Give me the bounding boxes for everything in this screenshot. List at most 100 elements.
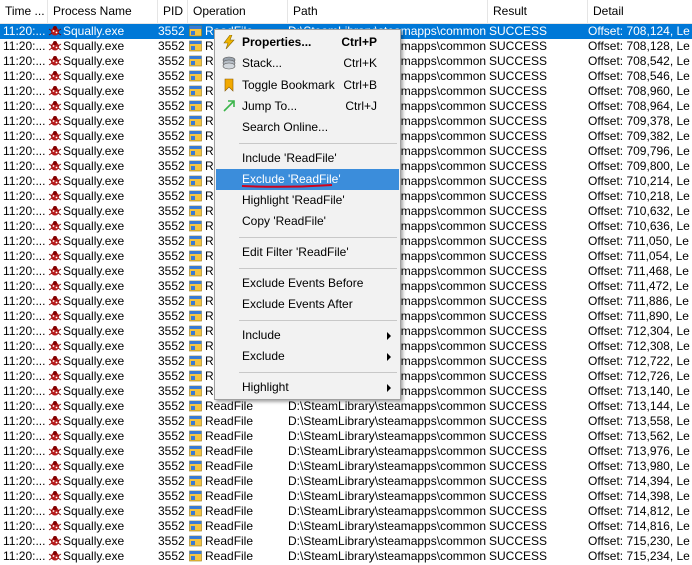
menu-item-exclude-submenu[interactable]: Exclude [216,346,399,367]
menu-item-include-value[interactable]: Include 'ReadFile' [216,148,399,169]
menu-item-copy-value[interactable]: Copy 'ReadFile' [216,211,399,232]
cell-result: SUCCESS [489,369,548,383]
cell-result: SUCCESS [489,399,548,413]
menu-item-edit-filter[interactable]: Edit Filter 'ReadFile' [216,242,399,263]
menu-item-label: Highlight [242,380,289,394]
cell-time: 11:20:... [3,414,46,428]
cell-detail: Offset: 708,964, Le [588,99,690,113]
cell-pid: 3552 [158,519,184,533]
cell-detail: Offset: 711,472, Le [588,279,689,293]
cell-pid: 3552 [158,354,184,368]
cell-process-name: Squally.exe [48,339,156,354]
process-name-text: Squally.exe [63,69,125,83]
cell-operation: ReadFile [189,459,285,474]
process-name-text: Squally.exe [63,384,125,398]
cell-pid: 3552 [158,369,184,383]
cell-detail: Offset: 711,468, Le [588,264,689,278]
process-name-text: Squally.exe [63,114,125,128]
menu-item-highlight-value[interactable]: Highlight 'ReadFile' [216,190,399,211]
file-system-icon [189,445,202,457]
menu-item-label: Include [242,328,281,342]
cell-pid: 3552 [158,234,184,248]
cell-pid: 3552 [158,174,184,188]
menu-item-exclude-events-before[interactable]: Exclude Events Before [216,273,399,294]
menu-item-properties[interactable]: Properties... Ctrl+P [216,32,399,53]
file-system-icon [189,475,202,487]
file-system-icon [189,250,202,262]
column-header-result[interactable]: Result [488,0,588,23]
menu-item-stack[interactable]: Stack... Ctrl+K [216,53,399,74]
menu-item-label: Toggle Bookmark [242,78,335,92]
cell-pid: 3552 [158,549,184,563]
column-header-detail[interactable]: Detail [588,0,692,23]
menu-item-label: Include 'ReadFile' [242,151,337,165]
file-system-icon [189,505,202,517]
cell-pid: 3552 [158,294,184,308]
cell-result: SUCCESS [489,429,548,443]
process-bug-icon [48,86,62,96]
cell-process-name: Squally.exe [48,279,156,294]
cell-time: 11:20:... [3,264,46,278]
menu-item-jump-to[interactable]: Jump To... Ctrl+J [216,96,399,117]
process-bug-icon [48,341,62,351]
cell-time: 11:20:... [3,489,46,503]
cell-path: D:\SteamLibrary\steamapps\common\S... [288,444,486,458]
column-header-operation[interactable]: Operation [188,0,288,23]
table-row[interactable]: 11:20:... Squally.exe 3552 ReadFile D:\Steam… [0,429,692,444]
column-header-path[interactable]: Path [288,0,488,23]
menu-item-highlight-submenu[interactable]: Highlight [216,377,399,398]
cell-time: 11:20:... [3,189,46,203]
file-system-icon [189,400,202,412]
file-system-icon [189,370,202,382]
cell-result: SUCCESS [489,114,548,128]
cell-detail: Offset: 712,722, Le [588,354,690,368]
operation-text: ReadFile [205,459,254,473]
menu-item-search-online[interactable]: Search Online... [216,117,399,138]
cell-result: SUCCESS [489,54,548,68]
table-row[interactable]: 11:20:... Squally.exe 3552 ReadFile D:\Steam… [0,444,692,459]
column-header-process-name[interactable]: Process Name [48,0,158,23]
process-bug-icon [48,221,62,231]
table-row[interactable]: 11:20:... Squally.exe 3552 ReadFile D:\Steam… [0,519,692,534]
cell-detail: Offset: 713,976, Le [588,444,690,458]
cell-process-name: Squally.exe [48,159,156,174]
operation-text: ReadFile [205,399,254,413]
table-row[interactable]: 11:20:... Squally.exe 3552 ReadFile D:\Steam… [0,474,692,489]
column-header-time[interactable]: Time ... [0,0,48,23]
cell-process-name: Squally.exe [48,144,156,159]
cell-process-name: Squally.exe [48,204,156,219]
table-row[interactable]: 11:20:... Squally.exe 3552 ReadFile D:\Steam… [0,504,692,519]
cell-time: 11:20:... [3,54,46,68]
menu-item-label: Highlight 'ReadFile' [242,193,345,207]
process-name-text: Squally.exe [63,144,125,158]
process-name-text: Squally.exe [63,189,125,203]
submenu-arrow-icon [387,384,391,392]
menu-item-exclude-events-after[interactable]: Exclude Events After [216,294,399,315]
process-bug-icon [48,281,62,291]
table-row[interactable]: 11:20:... Squally.exe 3552 ReadFile D:\Steam… [0,489,692,504]
menu-item-label: Stack... [242,56,283,70]
cell-result: SUCCESS [489,159,548,173]
table-row[interactable]: 11:20:... Squally.exe 3552 ReadFile D:\Steam… [0,399,692,414]
cell-pid: 3552 [158,399,184,413]
cell-result: SUCCESS [489,249,548,263]
process-name-text: Squally.exe [63,84,125,98]
cell-time: 11:20:... [3,504,46,518]
table-row[interactable]: 11:20:... Squally.exe 3552 ReadFile D:\Steam… [0,549,692,564]
cell-pid: 3552 [158,309,184,323]
menu-item-toggle-bookmark[interactable]: Toggle Bookmark Ctrl+B [216,75,399,96]
operation-text: ReadFile [205,414,254,428]
file-system-icon [189,115,202,127]
column-header-pid[interactable]: PID [158,0,188,23]
cell-pid: 3552 [158,279,184,293]
file-system-icon [189,145,202,157]
table-row[interactable]: 11:20:... Squally.exe 3552 ReadFile D:\Steam… [0,534,692,549]
cell-time: 11:20:... [3,429,46,443]
table-row[interactable]: 11:20:... Squally.exe 3552 ReadFile D:\Steam… [0,459,692,474]
cell-result: SUCCESS [489,519,548,533]
table-row[interactable]: 11:20:... Squally.exe 3552 ReadFile D:\Steam… [0,414,692,429]
cell-process-name: Squally.exe [48,309,156,324]
menu-item-include-submenu[interactable]: Include [216,325,399,346]
process-name-text: Squally.exe [63,294,125,308]
process-bug-icon [48,416,62,426]
